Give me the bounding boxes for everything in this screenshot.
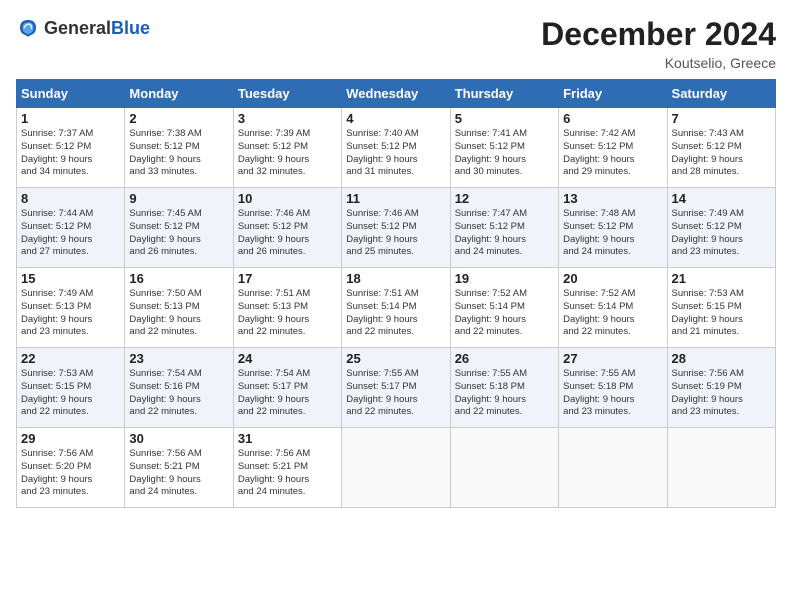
table-row: 18Sunrise: 7:51 AMSunset: 5:14 PMDayligh… [342, 268, 450, 348]
table-row: 28Sunrise: 7:56 AMSunset: 5:19 PMDayligh… [667, 348, 775, 428]
table-row: 10Sunrise: 7:46 AMSunset: 5:12 PMDayligh… [233, 188, 341, 268]
table-row: 12Sunrise: 7:47 AMSunset: 5:12 PMDayligh… [450, 188, 558, 268]
table-row: 25Sunrise: 7:55 AMSunset: 5:17 PMDayligh… [342, 348, 450, 428]
table-row: 22Sunrise: 7:53 AMSunset: 5:15 PMDayligh… [17, 348, 125, 428]
table-row: 14Sunrise: 7:49 AMSunset: 5:12 PMDayligh… [667, 188, 775, 268]
calendar-table: Sunday Monday Tuesday Wednesday Thursday… [16, 79, 776, 508]
table-row: 23Sunrise: 7:54 AMSunset: 5:16 PMDayligh… [125, 348, 233, 428]
col-sunday: Sunday [17, 80, 125, 108]
table-row [450, 428, 558, 508]
table-row: 24Sunrise: 7:54 AMSunset: 5:17 PMDayligh… [233, 348, 341, 428]
table-row: 29Sunrise: 7:56 AMSunset: 5:20 PMDayligh… [17, 428, 125, 508]
table-row: 7Sunrise: 7:43 AMSunset: 5:12 PMDaylight… [667, 108, 775, 188]
table-row: 26Sunrise: 7:55 AMSunset: 5:18 PMDayligh… [450, 348, 558, 428]
table-row [667, 428, 775, 508]
col-monday: Monday [125, 80, 233, 108]
col-wednesday: Wednesday [342, 80, 450, 108]
table-row: 1Sunrise: 7:37 AMSunset: 5:12 PMDaylight… [17, 108, 125, 188]
table-row: 13Sunrise: 7:48 AMSunset: 5:12 PMDayligh… [559, 188, 667, 268]
table-row: 8Sunrise: 7:44 AMSunset: 5:12 PMDaylight… [17, 188, 125, 268]
logo-text: GeneralBlue [44, 18, 150, 39]
calendar-header-row: Sunday Monday Tuesday Wednesday Thursday… [17, 80, 776, 108]
table-row: 6Sunrise: 7:42 AMSunset: 5:12 PMDaylight… [559, 108, 667, 188]
location-subtitle: Koutselio, Greece [541, 55, 776, 71]
table-row: 16Sunrise: 7:50 AMSunset: 5:13 PMDayligh… [125, 268, 233, 348]
table-row: 27Sunrise: 7:55 AMSunset: 5:18 PMDayligh… [559, 348, 667, 428]
table-row: 30Sunrise: 7:56 AMSunset: 5:21 PMDayligh… [125, 428, 233, 508]
logo: GeneralBlue [16, 16, 150, 40]
title-area: December 2024 Koutselio, Greece [541, 16, 776, 71]
logo-general: General [44, 18, 111, 39]
logo-icon [16, 16, 40, 40]
page-header: GeneralBlue December 2024 Koutselio, Gre… [16, 16, 776, 71]
month-year-title: December 2024 [541, 16, 776, 53]
table-row: 5Sunrise: 7:41 AMSunset: 5:12 PMDaylight… [450, 108, 558, 188]
col-saturday: Saturday [667, 80, 775, 108]
table-row: 19Sunrise: 7:52 AMSunset: 5:14 PMDayligh… [450, 268, 558, 348]
table-row: 20Sunrise: 7:52 AMSunset: 5:14 PMDayligh… [559, 268, 667, 348]
col-friday: Friday [559, 80, 667, 108]
table-row: 11Sunrise: 7:46 AMSunset: 5:12 PMDayligh… [342, 188, 450, 268]
table-row: 17Sunrise: 7:51 AMSunset: 5:13 PMDayligh… [233, 268, 341, 348]
table-row: 2Sunrise: 7:38 AMSunset: 5:12 PMDaylight… [125, 108, 233, 188]
table-row [342, 428, 450, 508]
logo-blue: Blue [111, 18, 150, 39]
col-tuesday: Tuesday [233, 80, 341, 108]
table-row: 31Sunrise: 7:56 AMSunset: 5:21 PMDayligh… [233, 428, 341, 508]
table-row: 4Sunrise: 7:40 AMSunset: 5:12 PMDaylight… [342, 108, 450, 188]
table-row: 9Sunrise: 7:45 AMSunset: 5:12 PMDaylight… [125, 188, 233, 268]
table-row: 21Sunrise: 7:53 AMSunset: 5:15 PMDayligh… [667, 268, 775, 348]
col-thursday: Thursday [450, 80, 558, 108]
table-row: 15Sunrise: 7:49 AMSunset: 5:13 PMDayligh… [17, 268, 125, 348]
table-row: 3Sunrise: 7:39 AMSunset: 5:12 PMDaylight… [233, 108, 341, 188]
table-row [559, 428, 667, 508]
